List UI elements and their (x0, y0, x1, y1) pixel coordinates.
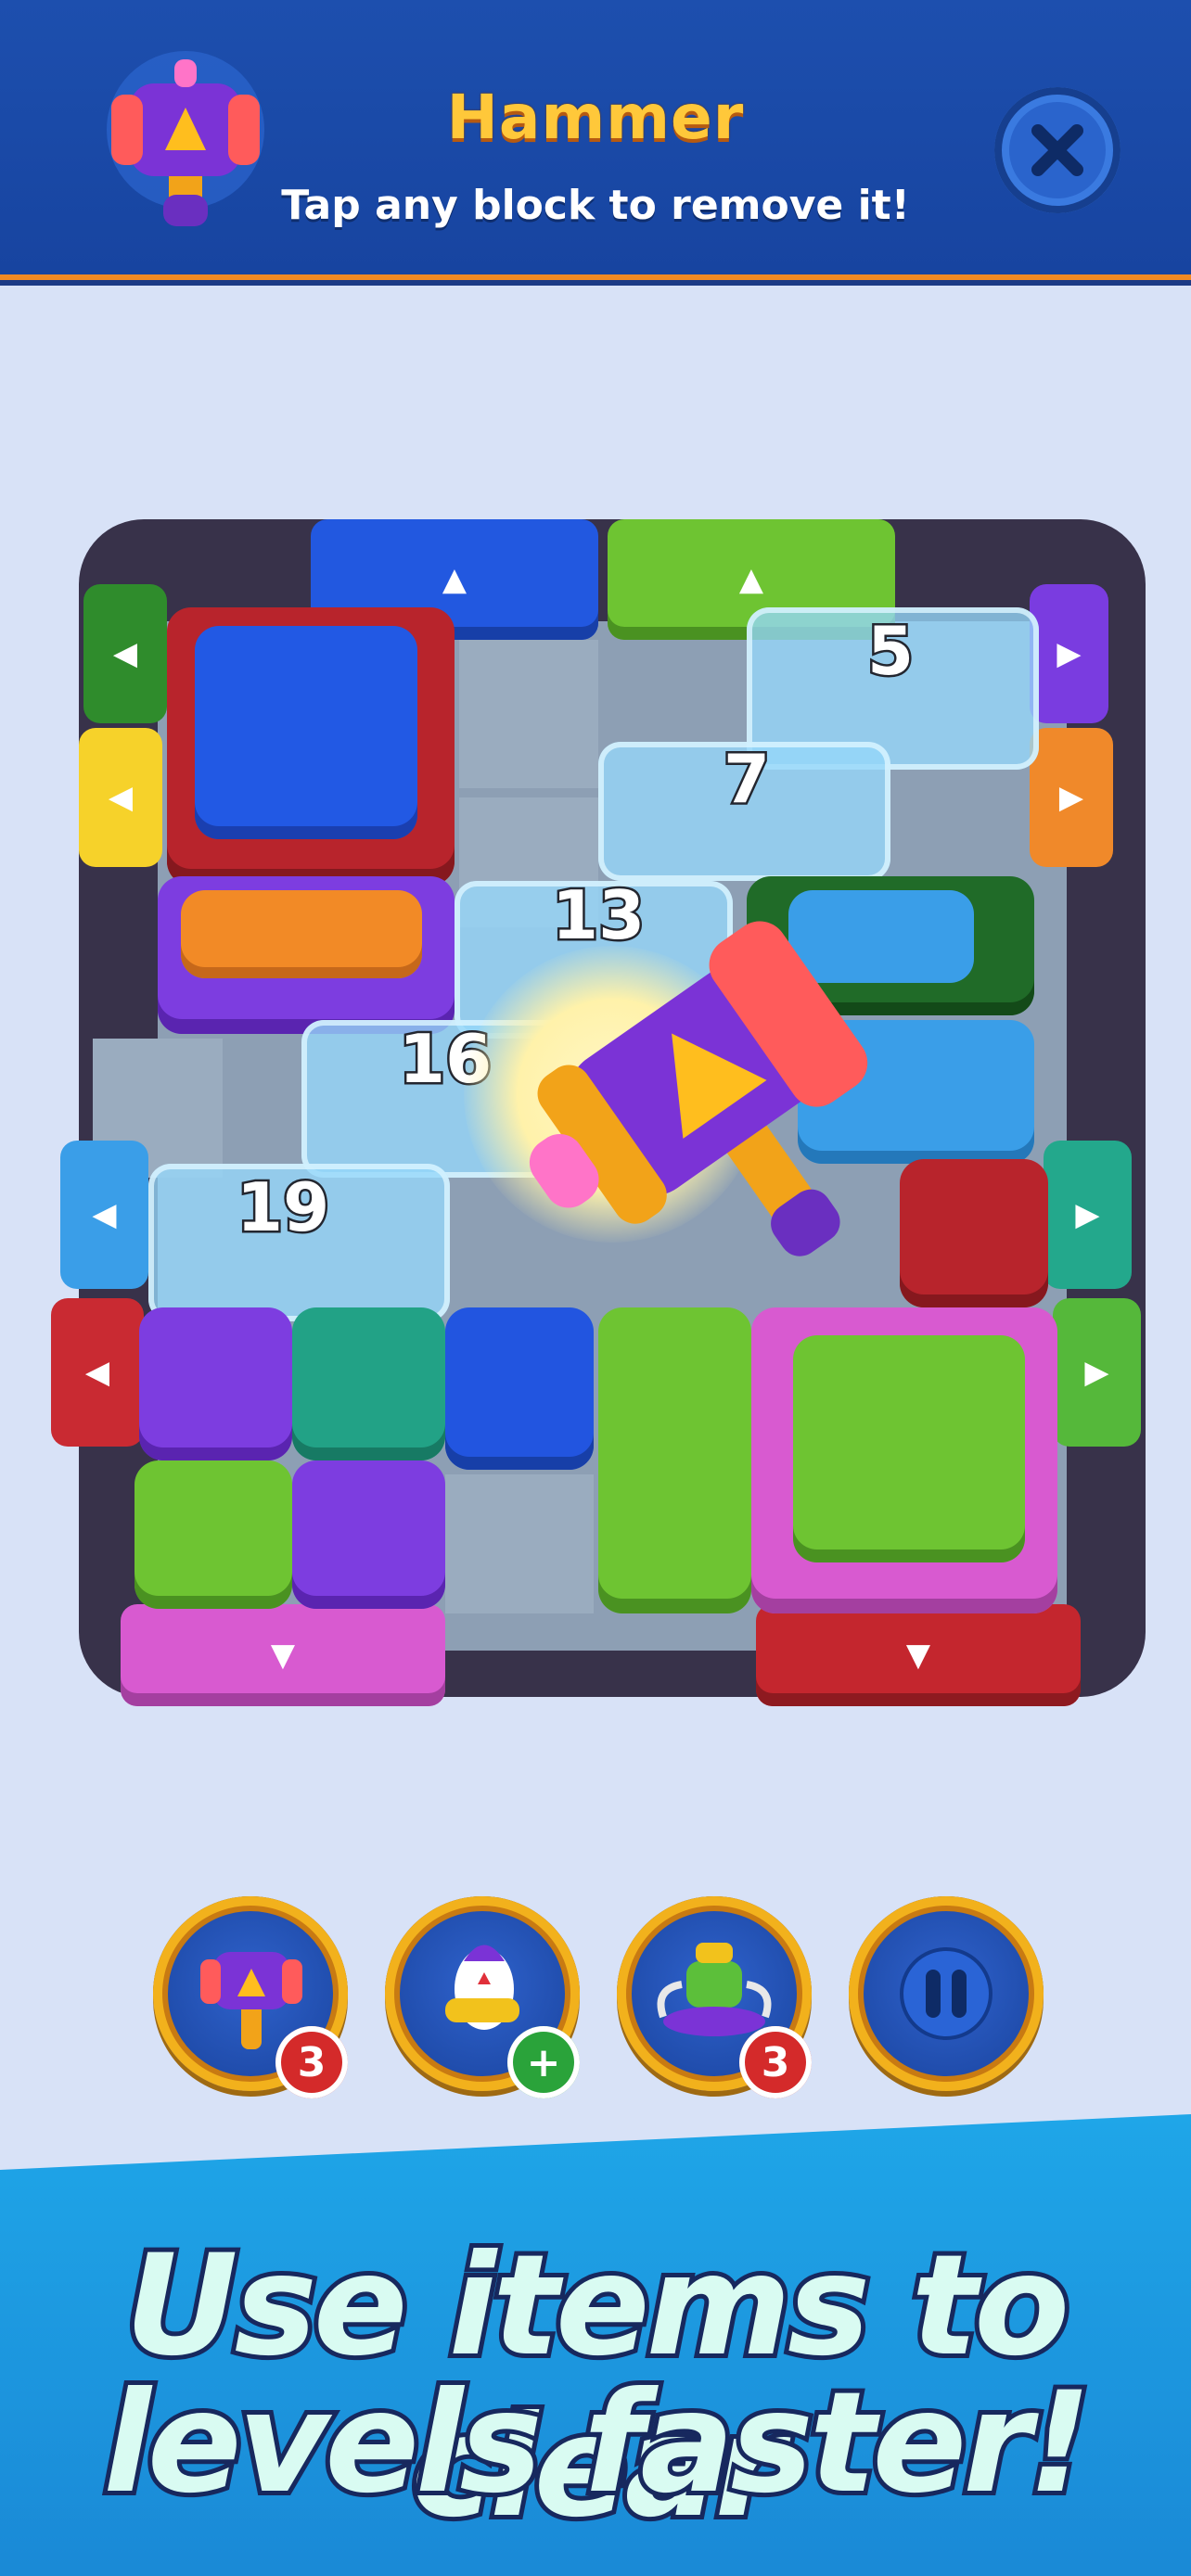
arrow-right-icon: ▶ (1058, 779, 1084, 816)
arrow-down-icon: ▼ (905, 1637, 931, 1674)
empty-cell[interactable] (459, 640, 598, 788)
vacuum-booster-button[interactable]: 3 (617, 1896, 812, 2098)
arrow-right-icon: ▶ (1057, 635, 1082, 672)
exit-gate-pink: ▼ (121, 1604, 445, 1706)
rocket-booster-button[interactable]: + (385, 1896, 580, 2098)
block-green[interactable] (793, 1335, 1025, 1562)
pause-icon (900, 1947, 992, 2040)
close-button[interactable] (994, 87, 1121, 213)
hammer-cursor-icon (501, 881, 928, 1307)
block-purple[interactable] (139, 1307, 292, 1460)
vacuum-count-badge: 3 (739, 2026, 812, 2098)
block-blue[interactable] (445, 1307, 594, 1470)
exit-gate-darkred: ▼ (756, 1604, 1081, 1706)
arrow-up-icon: ▲ (442, 561, 467, 598)
arrow-left-icon: ◀ (92, 1196, 117, 1233)
exit-gate-lightblue: ◀ (60, 1141, 148, 1289)
arrow-right-icon: ▶ (1084, 1354, 1109, 1391)
exit-gate-orange: ▶ (1030, 728, 1113, 867)
arrow-left-icon: ◀ (112, 635, 138, 672)
ice-counter: 19 (234, 1167, 331, 1249)
booster-header: Hammer Tap any block to remove it! (0, 0, 1191, 280)
rocket-add-badge: + (507, 2026, 580, 2098)
block-teal[interactable] (292, 1307, 445, 1460)
block-purple[interactable] (292, 1460, 445, 1609)
promo-line-2: levels faster! (98, 2358, 1095, 2529)
exit-gate-yellow: ◀ (79, 728, 162, 867)
block-green[interactable] (598, 1307, 751, 1613)
arrow-up-icon: ▲ (738, 561, 764, 598)
promo-banner: Use items to clear levels faster! (0, 2114, 1191, 2576)
ice-counter: 5 (864, 610, 916, 693)
arrow-left-icon: ◀ (108, 779, 134, 816)
hammer-count-badge: 3 (275, 2026, 348, 2098)
exit-gate-red: ◀ (51, 1298, 144, 1447)
arrow-right-icon: ▶ (1075, 1196, 1100, 1233)
block-blue[interactable] (195, 626, 417, 839)
exit-gate-purple: ▶ (1030, 584, 1108, 723)
arrow-left-icon: ◀ (84, 1354, 110, 1391)
arrow-down-icon: ▼ (270, 1637, 296, 1674)
exit-gate-lime: ▶ (1053, 1298, 1141, 1447)
empty-cell[interactable] (445, 1474, 594, 1613)
hammer-booster-button[interactable]: 3 (153, 1896, 348, 2098)
exit-gate-teal: ▶ (1044, 1141, 1132, 1289)
block-green[interactable] (134, 1460, 292, 1609)
ice-counter: 7 (721, 738, 772, 821)
close-x-icon (1031, 124, 1083, 176)
block-orange[interactable] (181, 890, 422, 978)
pause-button[interactable] (849, 1896, 1044, 2091)
exit-gate-darkgreen: ◀ (83, 584, 167, 723)
